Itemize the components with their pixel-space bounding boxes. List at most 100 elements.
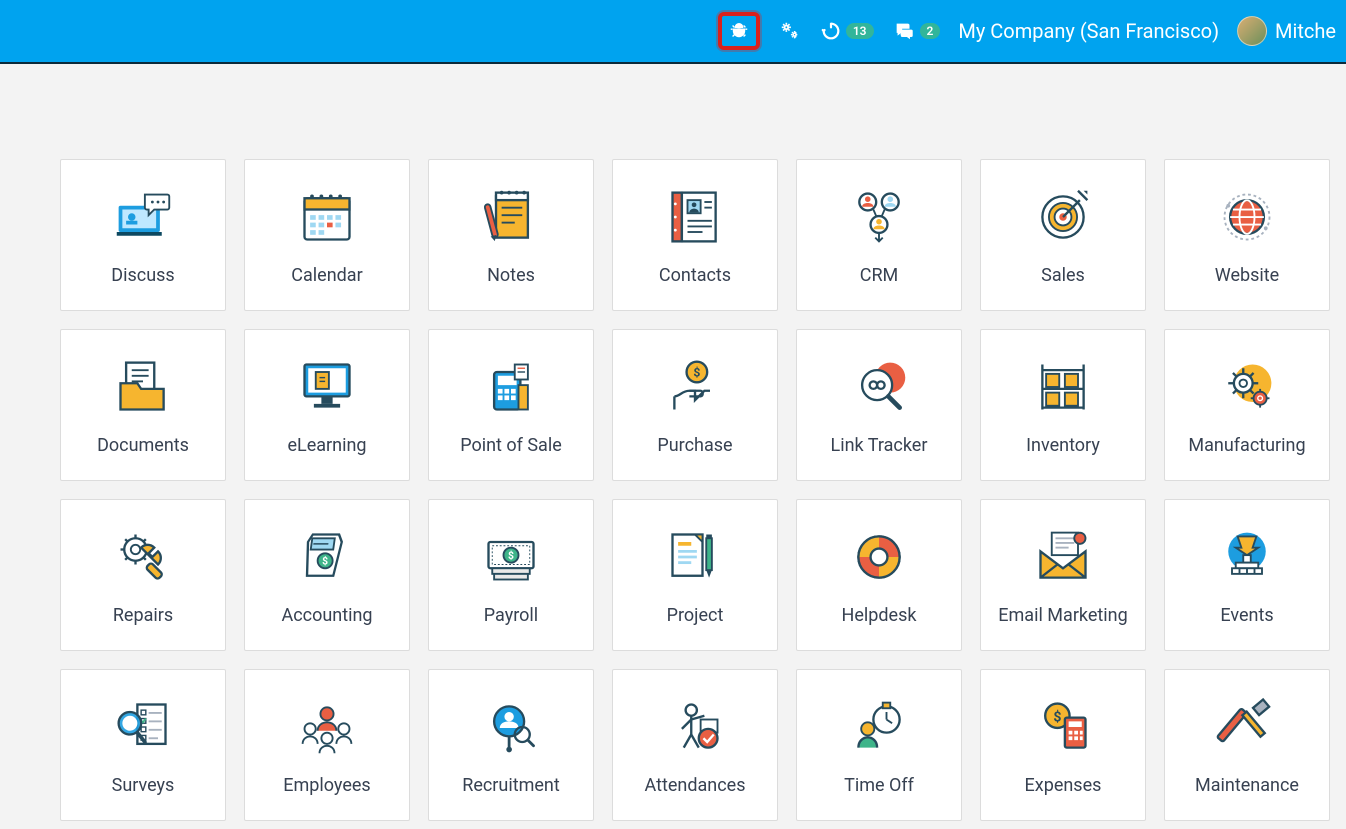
app-tile-surveys[interactable]: Surveys	[60, 669, 226, 821]
app-tile-timeoff[interactable]: Time Off	[796, 669, 962, 821]
accounting-icon: $	[292, 525, 362, 589]
app-label: Notes	[487, 265, 535, 286]
app-label: Website	[1215, 265, 1279, 286]
events-icon	[1212, 525, 1282, 589]
app-label: Sales	[1041, 265, 1085, 286]
repairs-icon	[108, 525, 178, 589]
svg-text:$: $	[693, 365, 700, 379]
app-tile-attendances[interactable]: Attendances	[612, 669, 778, 821]
app-tile-calendar[interactable]: Calendar	[244, 159, 410, 311]
app-tile-contacts[interactable]: Contacts	[612, 159, 778, 311]
app-label: Discuss	[111, 265, 174, 286]
app-label: Documents	[97, 435, 189, 456]
recruitment-icon	[476, 695, 546, 759]
app-tile-manufacturing[interactable]: Manufacturing	[1164, 329, 1330, 481]
app-tile-pos[interactable]: Point of Sale	[428, 329, 594, 481]
calendar-icon	[292, 185, 362, 249]
app-label: Recruitment	[462, 775, 560, 796]
manufacturing-icon	[1212, 355, 1282, 419]
systray: 13 2 My Company (San Francisco) Mitche	[718, 12, 1336, 50]
messaging-icon[interactable]: 2	[892, 20, 941, 42]
attendances-icon	[660, 695, 730, 759]
app-tile-linktracker[interactable]: Link Tracker	[796, 329, 962, 481]
linktracker-icon	[844, 355, 914, 419]
app-label: Repairs	[113, 605, 173, 626]
app-tile-emailmarketing[interactable]: Email Marketing	[980, 499, 1146, 651]
apps-grid: Discuss Calendar Notes Contacts CRM Sale…	[60, 159, 1286, 821]
svg-text:$: $	[508, 548, 514, 561]
app-label: CRM	[860, 265, 899, 286]
company-selector[interactable]: My Company (San Francisco)	[958, 19, 1219, 43]
app-label: Calendar	[291, 265, 362, 286]
activities-badge: 13	[846, 23, 874, 39]
expenses-icon: $	[1028, 695, 1098, 759]
elearning-icon	[292, 355, 362, 419]
app-label: Attendances	[645, 775, 746, 796]
notes-icon	[476, 185, 546, 249]
avatar	[1237, 16, 1267, 46]
emailmarketing-icon	[1028, 525, 1098, 589]
website-icon	[1212, 185, 1282, 249]
employees-icon	[292, 695, 362, 759]
app-tile-helpdesk[interactable]: Helpdesk	[796, 499, 962, 651]
pos-icon	[476, 355, 546, 419]
app-tile-employees[interactable]: Employees	[244, 669, 410, 821]
app-tile-payroll[interactable]: $ Payroll	[428, 499, 594, 651]
app-tile-purchase[interactable]: $ Purchase	[612, 329, 778, 481]
purchase-icon: $	[660, 355, 730, 419]
app-label: Project	[667, 605, 724, 626]
app-label: Maintenance	[1195, 775, 1299, 796]
app-label: Employees	[283, 775, 370, 796]
app-label: Contacts	[659, 265, 731, 286]
project-icon	[660, 525, 730, 589]
app-tile-sales[interactable]: Sales	[980, 159, 1146, 311]
username: Mitche	[1275, 19, 1336, 43]
app-label: Link Tracker	[831, 435, 928, 456]
settings-gears-icon[interactable]	[778, 20, 802, 42]
app-label: Surveys	[112, 775, 175, 796]
surveys-icon	[108, 695, 178, 759]
crm-icon	[844, 185, 914, 249]
app-tile-crm[interactable]: CRM	[796, 159, 962, 311]
app-tile-repairs[interactable]: Repairs	[60, 499, 226, 651]
app-tile-elearning[interactable]: eLearning	[244, 329, 410, 481]
activities-icon[interactable]: 13	[820, 20, 874, 42]
discuss-icon	[108, 185, 178, 249]
app-tile-project[interactable]: Project	[612, 499, 778, 651]
app-tile-accounting[interactable]: $ Accounting	[244, 499, 410, 651]
app-tile-discuss[interactable]: Discuss	[60, 159, 226, 311]
app-tile-documents[interactable]: Documents	[60, 329, 226, 481]
maintenance-icon	[1212, 695, 1282, 759]
apps-container: Discuss Calendar Notes Contacts CRM Sale…	[0, 64, 1346, 821]
app-label: Point of Sale	[460, 435, 562, 456]
topbar: 13 2 My Company (San Francisco) Mitche	[0, 0, 1346, 64]
app-tile-expenses[interactable]: $ Expenses	[980, 669, 1146, 821]
documents-icon	[108, 355, 178, 419]
app-label: Purchase	[657, 435, 732, 456]
user-menu[interactable]: Mitche	[1237, 16, 1336, 46]
app-label: Payroll	[484, 605, 538, 626]
messaging-badge: 2	[920, 23, 941, 39]
app-tile-notes[interactable]: Notes	[428, 159, 594, 311]
app-tile-website[interactable]: Website	[1164, 159, 1330, 311]
svg-text:$: $	[1053, 708, 1061, 725]
timeoff-icon	[844, 695, 914, 759]
app-label: Expenses	[1025, 775, 1102, 796]
app-label: Helpdesk	[842, 605, 917, 626]
inventory-icon	[1028, 355, 1098, 419]
app-label: Email Marketing	[998, 605, 1127, 626]
app-label: Time Off	[844, 775, 914, 796]
app-tile-events[interactable]: Events	[1164, 499, 1330, 651]
helpdesk-icon	[844, 525, 914, 589]
app-label: Accounting	[281, 605, 372, 626]
app-tile-maintenance[interactable]: Maintenance	[1164, 669, 1330, 821]
contacts-icon	[660, 185, 730, 249]
app-label: eLearning	[287, 435, 366, 456]
payroll-icon: $	[476, 525, 546, 589]
svg-text:$: $	[322, 554, 328, 567]
sales-icon	[1028, 185, 1098, 249]
app-label: Inventory	[1026, 435, 1100, 456]
app-tile-inventory[interactable]: Inventory	[980, 329, 1146, 481]
debug-icon[interactable]	[718, 12, 760, 50]
app-tile-recruitment[interactable]: Recruitment	[428, 669, 594, 821]
